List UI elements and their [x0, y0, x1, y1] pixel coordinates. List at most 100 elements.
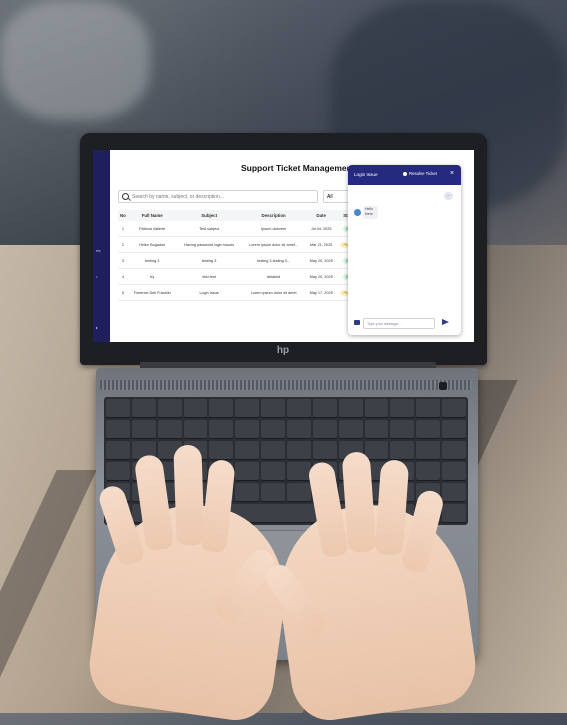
chat-title: Login Issue [354, 172, 378, 177]
key[interactable] [209, 420, 234, 439]
power-button[interactable] [439, 382, 447, 390]
key[interactable] [390, 399, 415, 418]
key[interactable] [442, 462, 466, 481]
key[interactable] [209, 399, 234, 418]
row-name: try [127, 268, 177, 285]
column-header: Description [241, 210, 306, 221]
key[interactable] [287, 420, 311, 439]
row-number: 2 [118, 236, 128, 253]
row-date: May 20, 2025 [305, 268, 337, 285]
row-name: Patricia Vallerie [127, 221, 177, 237]
key[interactable] [183, 420, 208, 439]
key[interactable] [312, 441, 337, 460]
key[interactable] [261, 462, 285, 481]
key[interactable] [442, 483, 466, 502]
key[interactable] [261, 483, 285, 502]
key[interactable] [416, 462, 441, 481]
key[interactable] [157, 420, 182, 439]
hp-logo: hp [276, 345, 290, 356]
sidebar-bullet-icon: • [96, 274, 98, 279]
key[interactable] [442, 399, 466, 418]
row-number: 3 [118, 252, 128, 269]
search-input[interactable]: Search by name, subject, or description.… [118, 190, 318, 203]
speaker-grille [100, 380, 472, 390]
key[interactable] [312, 420, 337, 439]
key[interactable] [364, 399, 389, 418]
send-icon[interactable] [442, 319, 449, 325]
table-row[interactable]: 4 try test test detailed May 20, 2025 Op… [118, 268, 363, 285]
key[interactable] [287, 441, 311, 460]
key[interactable] [183, 399, 208, 418]
avatar [354, 209, 361, 216]
key[interactable] [312, 399, 337, 418]
table-row[interactable]: 1 Patricia Vallerie Test subject Ipsum d… [118, 221, 363, 237]
row-description: Lorem ipsum dolor sit amet [241, 284, 306, 301]
key[interactable] [106, 441, 130, 460]
key[interactable] [106, 420, 130, 439]
table-row[interactable]: 5 Florence Dell Franklin Login Issue Lor… [118, 284, 363, 301]
key[interactable] [287, 399, 311, 418]
resolve-ticket-button[interactable]: Resolve Ticket [403, 171, 437, 176]
key[interactable] [106, 399, 130, 418]
search-icon [122, 193, 129, 200]
key[interactable] [442, 441, 466, 460]
key[interactable] [338, 399, 363, 418]
key[interactable] [235, 420, 260, 439]
close-icon[interactable]: × [450, 170, 454, 177]
key[interactable] [131, 420, 156, 439]
row-date: Mar 21, 2025 [305, 236, 337, 253]
key[interactable] [364, 441, 389, 460]
search-placeholder: Search by name, subject, or description.… [132, 194, 224, 200]
background-frame-blur [0, 0, 150, 120]
row-name: testing 3 [127, 252, 177, 269]
key[interactable] [235, 441, 260, 460]
row-description: Lorem ipsum dolor sit amet... [241, 236, 306, 253]
sidebar: rts • ▸ [93, 150, 110, 342]
chat-message: Hello there [363, 206, 378, 219]
sidebar-item-label[interactable]: rts [96, 248, 100, 253]
column-header: Full Name [127, 210, 177, 221]
sidebar-toggle-icon[interactable]: ▸ [96, 325, 98, 330]
key[interactable] [106, 462, 130, 481]
key[interactable] [364, 420, 389, 439]
key[interactable] [416, 399, 441, 418]
key[interactable] [235, 399, 260, 418]
key[interactable] [442, 504, 466, 523]
row-subject: Having password login issues [176, 236, 242, 253]
key[interactable] [261, 420, 285, 439]
key[interactable] [157, 399, 182, 418]
row-description: testing 3 testing 3... [241, 252, 306, 269]
row-number: 4 [118, 268, 128, 285]
row-subject: test test [176, 268, 242, 285]
key[interactable] [442, 420, 466, 439]
check-circle-icon [403, 171, 407, 176]
key[interactable] [261, 441, 285, 460]
table-row[interactable]: 2 Helen Bogadon Having password login is… [118, 236, 363, 253]
key[interactable] [390, 441, 415, 460]
key[interactable] [235, 483, 260, 502]
column-header: Date [305, 210, 337, 221]
key[interactable] [287, 483, 311, 502]
chat-input-row: Type your message... [348, 315, 461, 333]
key[interactable] [235, 462, 260, 481]
key[interactable] [416, 420, 441, 439]
row-number: 1 [118, 221, 128, 237]
tickets-table: No Full Name Subject Description Date St… [118, 210, 363, 301]
chat-panel: Login Issue Resolve Ticket × ⋯ Hello the… [348, 165, 461, 335]
row-date: May 20, 2025 [305, 252, 337, 269]
table-row[interactable]: 3 testing 3 testing 3 testing 3 testing … [118, 252, 363, 269]
chat-message-input[interactable]: Type your message... [363, 318, 435, 329]
chat-options-icon[interactable]: ⋯ [444, 192, 453, 200]
key[interactable] [261, 399, 285, 418]
key[interactable] [390, 420, 415, 439]
key[interactable] [416, 441, 441, 460]
image-attach-icon[interactable] [354, 320, 360, 325]
row-subject: Test subject [176, 221, 242, 237]
key[interactable] [131, 399, 156, 418]
left-finger [173, 444, 205, 546]
row-description: Ipsum dolorem [241, 221, 306, 237]
resolve-ticket-label: Resolve Ticket [409, 171, 437, 176]
key[interactable] [209, 441, 234, 460]
key[interactable] [287, 462, 311, 481]
key[interactable] [338, 420, 363, 439]
